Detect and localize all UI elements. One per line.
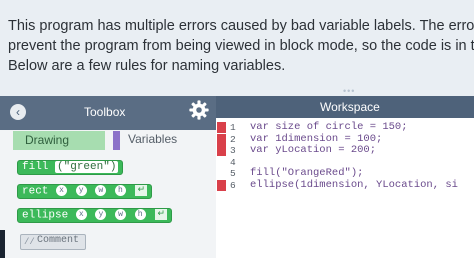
ellipse-param-y: y bbox=[95, 209, 107, 220]
code-line[interactable]: 5 fill("OrangeRed"); bbox=[216, 168, 474, 180]
ellipse-param-w: w bbox=[115, 209, 127, 220]
ellipse-block[interactable]: ellipse x y w h ↵ bbox=[17, 208, 173, 223]
comment-block[interactable]: // Comment bbox=[20, 234, 87, 250]
line-number: 5 bbox=[230, 168, 236, 179]
fill-block[interactable]: fill ("green") bbox=[17, 160, 124, 175]
line-number: 2 bbox=[230, 133, 236, 145]
fill-block-name: fill bbox=[22, 161, 49, 173]
workspace-header: Workspace bbox=[216, 96, 474, 118]
rect-block-name: rect bbox=[22, 185, 49, 198]
code-line[interactable]: 1 var size of circle = 150; bbox=[216, 122, 474, 134]
code-text[interactable]: ellipse(1dimension, YLocation, si bbox=[250, 179, 458, 191]
error-marker-icon[interactable] bbox=[217, 122, 226, 133]
rect-block[interactable]: rect x y w h ↵ bbox=[17, 184, 153, 199]
instructions-line-2: prevent the program from being viewed in… bbox=[8, 38, 474, 54]
tab-drawing[interactable]: Drawing bbox=[13, 131, 105, 150]
screen-edge bbox=[0, 230, 5, 258]
variables-tab-marker bbox=[113, 131, 120, 150]
ellipse-block-name: ellipse bbox=[22, 209, 69, 222]
comment-block-label: Comment bbox=[37, 235, 80, 246]
instructions-line-3: Below are a few rules for naming variabl… bbox=[8, 58, 286, 74]
workspace-panel: Workspace 1 var size of circle = 150; 2 … bbox=[216, 96, 474, 258]
code-line[interactable]: 6 ellipse(1dimension, YLocation, si bbox=[216, 179, 474, 192]
line-number: 4 bbox=[230, 156, 236, 168]
error-marker-icon[interactable] bbox=[217, 133, 226, 145]
workspace-title: Workspace bbox=[320, 100, 380, 114]
code-text[interactable]: var yLocation = 200; bbox=[250, 145, 376, 156]
instructions-text: This program has multiple errors caused … bbox=[8, 16, 474, 76]
chevron-left-icon[interactable]: ‹ bbox=[10, 104, 26, 120]
ellipse-param-x: x bbox=[75, 209, 87, 220]
resize-grip-dots[interactable]: ••• bbox=[343, 86, 355, 96]
toolbox-title: Toolbox bbox=[84, 105, 126, 119]
code-text[interactable]: fill("OrangeRed"); bbox=[250, 168, 363, 179]
comment-icon: // bbox=[24, 237, 35, 247]
rect-param-h: h bbox=[114, 185, 126, 196]
rect-param-y: y bbox=[75, 185, 87, 196]
error-marker-icon[interactable] bbox=[217, 179, 226, 191]
code-text[interactable]: var size of circle = 150; bbox=[250, 122, 408, 133]
fill-block-arg: ("green") bbox=[55, 161, 119, 173]
line-number: 1 bbox=[230, 122, 236, 133]
line-number: 3 bbox=[230, 145, 236, 156]
rect-param-w: w bbox=[95, 185, 107, 196]
tab-variables[interactable]: Variables bbox=[128, 132, 177, 146]
return-arrow-icon: ↵ bbox=[135, 185, 148, 196]
instructions-line-1: This program has multiple errors caused … bbox=[8, 18, 474, 34]
ellipse-param-h: h bbox=[134, 209, 146, 220]
rect-param-x: x bbox=[56, 185, 68, 196]
toolbox-tabs: Drawing Variables bbox=[0, 130, 216, 160]
toolbox-header: ‹ Toolbox bbox=[0, 96, 216, 130]
code-line[interactable]: 3 var yLocation = 200; bbox=[216, 145, 474, 157]
line-number: 6 bbox=[230, 179, 236, 191]
error-marker-icon[interactable] bbox=[217, 145, 226, 156]
code-text[interactable]: var 1dimension = 100; bbox=[250, 133, 382, 145]
code-editor[interactable]: 1 var size of circle = 150; 2 var 1dimen… bbox=[216, 122, 474, 191]
return-arrow-icon: ↵ bbox=[155, 209, 168, 220]
gear-icon[interactable] bbox=[188, 99, 210, 121]
